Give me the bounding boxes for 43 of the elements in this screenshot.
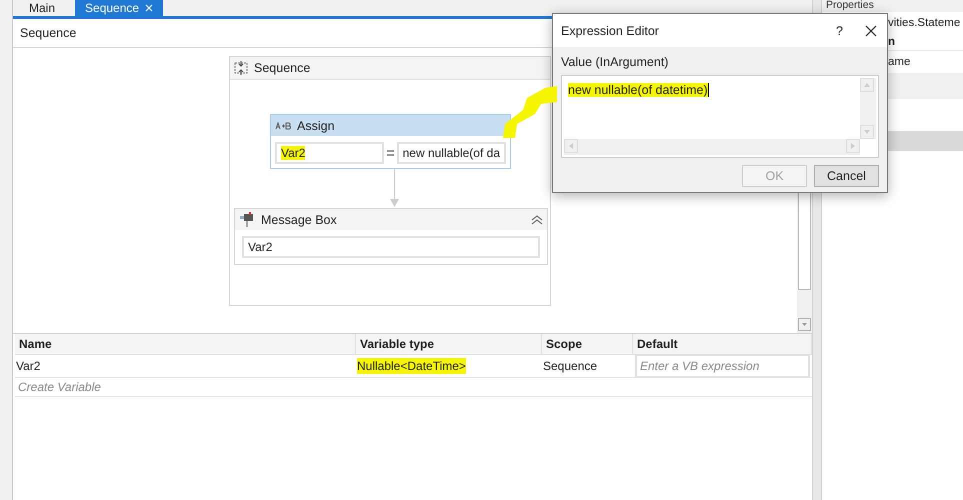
create-variable-link[interactable]: Create Variable [15,378,812,397]
category-label: n [888,36,896,48]
activity-title: Message Box [261,212,338,226]
scroll-right-button[interactable] [846,139,860,153]
assign-value-field[interactable]: new nullable(of da [396,142,506,164]
activity-title: Sequence [254,61,310,75]
scroll-down-button[interactable] [860,125,874,139]
default-value-field[interactable]: Enter a VB expression [635,354,810,378]
scroll-down-button[interactable] [798,318,811,331]
variable-scope[interactable]: Sequence [543,358,598,374]
breadcrumb[interactable]: Sequence [20,26,76,40]
connector-arrow [390,169,399,208]
equals-icon [386,150,394,156]
assign-to-field[interactable]: Var2 [275,142,384,164]
message-box-activity[interactable]: Message Box Var2 [234,208,548,265]
scroll-left-button[interactable] [564,139,578,153]
expression-text[interactable]: new nullable(of datetime) [568,83,709,97]
sequence-activity[interactable]: Sequence Assign Var2 new nullable(of da Message Box Var2 [229,56,551,306]
close-icon[interactable] [865,24,877,36]
column-header[interactable]: Scope [542,334,633,355]
message-text-field[interactable]: Var2 [242,236,540,258]
dialog-title: Expression Editor [561,24,660,38]
variable-name: Var2 [16,358,40,374]
activity-type-label: vities.Stateme [888,17,960,29]
assign-activity[interactable]: Assign Var2 new nullable(of da [270,114,511,169]
help-button[interactable]: ? [836,24,843,38]
activity-title: Assign [297,118,335,132]
column-header[interactable]: Name [15,334,356,355]
scroll-up-button[interactable] [860,78,874,92]
document-tab[interactable]: Sequence [75,0,164,16]
column-header[interactable]: Variable type [356,334,542,355]
sequence-icon [234,61,248,75]
property-name: ame [888,56,910,68]
mailbox-icon [239,212,255,228]
dialog-button[interactable]: Cancel [814,165,879,187]
variable-type[interactable]: Nullable<DateTime> [357,358,466,374]
document-tab[interactable]: Main [19,0,66,16]
field-label: Value (InArgument) [561,55,668,69]
expression-editor-field[interactable]: new nullable(of datetime) [561,75,879,158]
collapse-icon[interactable] [531,214,543,224]
panel-title: Properties [826,0,874,11]
column-header[interactable]: Default [633,334,812,355]
assign-icon [275,122,291,130]
